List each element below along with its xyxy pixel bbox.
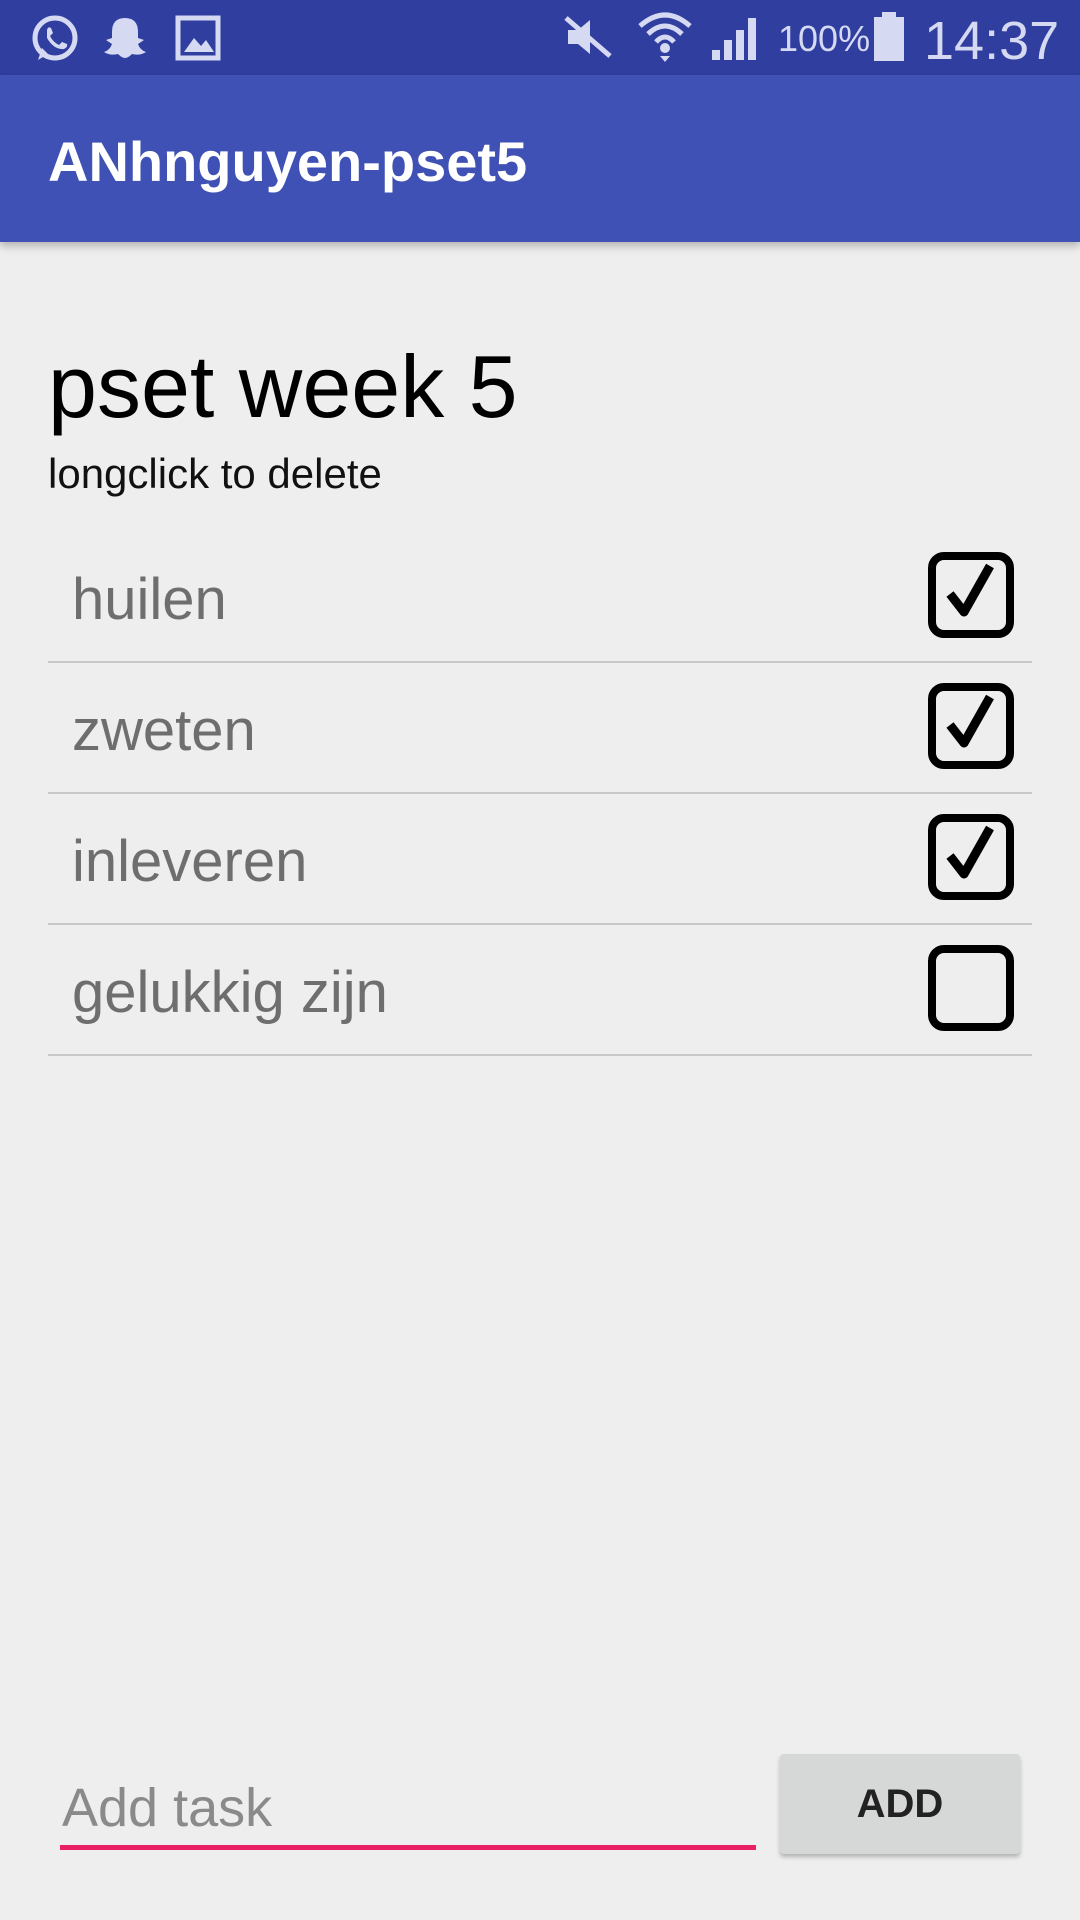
- task-label: inleveren: [72, 829, 308, 894]
- check-icon: [946, 694, 994, 748]
- clock: 14:37: [924, 11, 1060, 71]
- task-label: gelukkig zijn: [72, 960, 388, 1025]
- mute-icon: [562, 14, 614, 60]
- app-bar: ANhnguyen-pset5: [0, 75, 1080, 242]
- screen: 100% 14:37 ANhnguyen-pset5 pset week 5 l…: [0, 0, 1080, 1920]
- whatsapp-icon: [28, 12, 82, 66]
- add-task-input[interactable]: [60, 1770, 756, 1850]
- task-label: zweten: [72, 698, 256, 763]
- task-row[interactable]: inleveren: [48, 794, 1032, 925]
- task-checkbox[interactable]: [928, 814, 1014, 900]
- task-checkbox[interactable]: [928, 945, 1014, 1031]
- task-row[interactable]: huilen: [48, 532, 1032, 663]
- battery-icon: [872, 12, 906, 62]
- snapchat-icon: [100, 12, 150, 62]
- task-checkbox[interactable]: [928, 683, 1014, 769]
- app-title: ANhnguyen-pset5: [48, 130, 528, 193]
- battery-percent: 100%: [778, 18, 871, 59]
- gallery-icon: [174, 12, 222, 62]
- wifi-icon: [636, 8, 694, 64]
- task-label: huilen: [72, 567, 227, 632]
- check-icon: [946, 825, 994, 879]
- list-title: pset week 5: [48, 337, 518, 436]
- task-row[interactable]: gelukkig zijn: [48, 925, 1032, 1056]
- task-list: huilen zweten inleveren gelukkig zijn: [48, 532, 1032, 1056]
- check-icon: [946, 563, 994, 617]
- add-button[interactable]: ADD: [780, 1754, 1020, 1854]
- signal-icon: [710, 14, 762, 62]
- task-row[interactable]: zweten: [48, 663, 1032, 794]
- status-bar: 100% 14:37: [0, 0, 1080, 75]
- list-hint: longclick to delete: [48, 450, 382, 497]
- task-checkbox[interactable]: [928, 552, 1014, 638]
